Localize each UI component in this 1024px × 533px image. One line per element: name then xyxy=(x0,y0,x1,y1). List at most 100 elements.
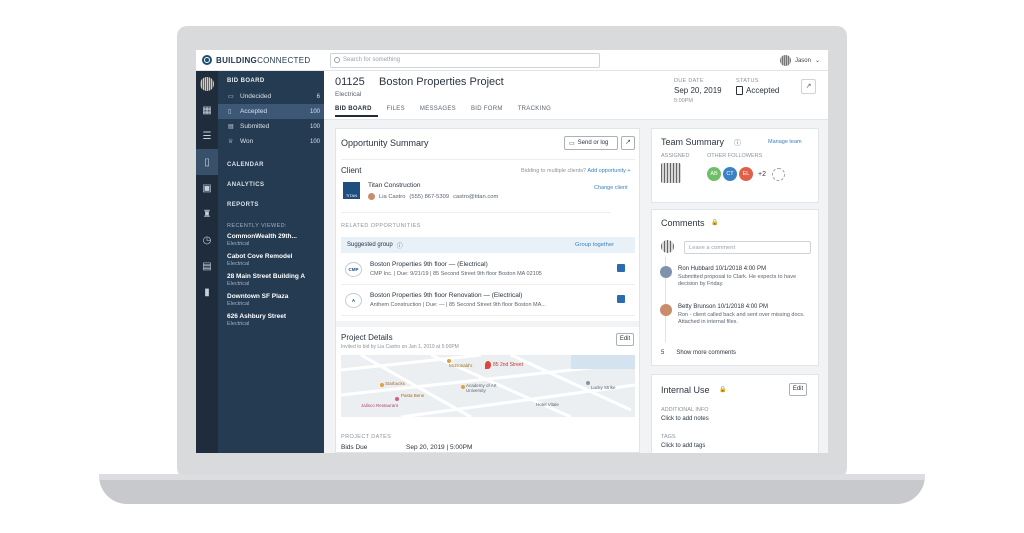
due-date-value: Sep 20, 2019 xyxy=(674,86,722,95)
company-logo: CMP xyxy=(345,262,362,277)
due-time-value: 5:00PM xyxy=(674,98,693,104)
search-icon xyxy=(334,57,340,63)
sidebar-item-count: 100 xyxy=(309,138,320,145)
due-date-label: DUE DATE xyxy=(674,78,704,84)
top-bar: BUILDINGCONNECTED Search for something J… xyxy=(196,50,828,71)
document-icon[interactable]: ▤ xyxy=(196,253,218,279)
change-client-link[interactable]: Change client xyxy=(594,185,628,191)
trophy-icon: ♕ xyxy=(228,139,234,145)
project-number: 01125 xyxy=(335,76,365,88)
recent-item[interactable]: Cabot Cove Remodel Electrical xyxy=(218,253,324,267)
tab-bid-form[interactable]: BID FORM xyxy=(471,106,509,117)
map[interactable]: 85 2nd Street McDonald's Starbucks Acade… xyxy=(341,355,635,417)
add-follower-icon[interactable] xyxy=(771,167,785,181)
avatar xyxy=(779,55,791,66)
follower-avatar[interactable]: AB xyxy=(707,167,721,181)
recent-item-trade: Electrical xyxy=(227,281,250,287)
main-content: 01125 Boston Properties Project Electric… xyxy=(324,71,828,453)
contact-name: Lia Castro xyxy=(379,193,406,200)
tags-heading: TAGS xyxy=(661,434,676,440)
client-name: Titan Construction xyxy=(368,182,421,189)
recent-item[interactable]: Downtown SF Plaza Electrical xyxy=(218,293,324,307)
sidebar-link-analytics[interactable]: ANALYTICS xyxy=(218,175,324,195)
comments-title: Comments xyxy=(661,218,705,228)
tab-files[interactable]: FILES xyxy=(387,106,411,117)
client-logo-text: TITAN xyxy=(345,193,358,198)
send-or-log-button[interactable]: ▭ Send or log xyxy=(564,136,618,150)
search-placeholder: Search for something xyxy=(343,57,401,63)
recent-item-trade: Electrical xyxy=(227,321,250,327)
show-more-comments[interactable]: 5 Show more comments xyxy=(661,350,736,356)
related-detail: CMP Inc. | Due: 9/21/19 | 85 Second Stre… xyxy=(370,271,542,277)
edit-button[interactable]: Edit xyxy=(789,383,807,396)
follower-avatar[interactable]: EL xyxy=(739,167,753,181)
contact-email: castro@titan.com xyxy=(453,193,499,200)
external-link-button[interactable]: ↗ xyxy=(801,79,816,94)
client-logo: TITAN xyxy=(343,182,360,199)
sidebar-item-won[interactable]: ♕ Won 100 xyxy=(218,134,324,149)
tab-bid-board[interactable]: BID BOARD xyxy=(335,106,378,117)
lock-icon: 🔒 xyxy=(711,220,719,226)
group-together-link[interactable]: Group together xyxy=(575,242,614,248)
add-opportunity-link[interactable]: Add opportunity + xyxy=(587,168,630,174)
avatar xyxy=(660,266,672,278)
sidebar-link-calendar[interactable]: CALENDAR xyxy=(218,155,324,175)
comment-input[interactable]: Leave a comment xyxy=(684,241,811,254)
bids-due-label: Bids Due xyxy=(341,444,368,451)
project-details-title: Project Details xyxy=(341,333,393,342)
suggested-group-label: Suggested group xyxy=(347,242,393,248)
sidebar-item-submitted[interactable]: ▤ Submitted 100 xyxy=(218,119,324,134)
followers-label: OTHER FOLLOWERS xyxy=(707,153,763,159)
recent-item[interactable]: CommonWealth 29th... Electrical xyxy=(218,233,324,247)
logo-text-light: CONNECTED xyxy=(257,55,311,65)
status-value: Accepted xyxy=(746,86,780,95)
sidebar-item-accepted[interactable]: ▯ Accepted 100 xyxy=(218,104,324,119)
printer-icon: ▭ xyxy=(569,140,575,147)
more-count: 5 xyxy=(661,350,665,356)
sidebar: BID BOARD ▭ Undecided 6 ▯ Accepted 100 ▤… xyxy=(218,71,324,453)
follower-avatar[interactable]: CT xyxy=(723,167,737,181)
list-item[interactable]: A Boston Properties 9th floor Renovation… xyxy=(341,286,635,316)
edit-button[interactable]: Edit xyxy=(616,333,634,346)
recent-item[interactable]: 28 Main Street Building A Electrical xyxy=(218,273,324,287)
avatar xyxy=(368,193,375,200)
contact-phone: (555) 867-5309 xyxy=(409,193,450,200)
search-input[interactable]: Search for something xyxy=(330,53,600,68)
status-dropdown[interactable]: Accepted xyxy=(736,86,779,95)
clipboard-icon[interactable]: ▯ xyxy=(196,149,218,175)
tab-messages[interactable]: MESSAGES xyxy=(420,106,462,117)
manage-team-link[interactable]: Manage team xyxy=(768,139,802,145)
avatar[interactable] xyxy=(661,163,681,183)
add-tags-link[interactable]: Click to add tags xyxy=(661,443,705,449)
clock-icon[interactable]: ◷ xyxy=(196,227,218,253)
lock-icon: 🔒 xyxy=(719,387,727,393)
recent-item[interactable]: 626 Ashbury Street Electrical xyxy=(218,313,324,327)
external-link-icon: ↗ xyxy=(805,83,812,90)
tab-tracking[interactable]: TRACKING xyxy=(518,106,557,117)
assigned-label: ASSIGNED xyxy=(661,153,690,159)
map-label: Academy of Art University xyxy=(466,383,497,393)
opportunity-summary-card: Opportunity Summary ▭ Send or log ↗ Clien… xyxy=(335,128,640,453)
sidebar-link-reports[interactable]: REPORTS xyxy=(218,195,324,215)
rail-avatar[interactable] xyxy=(196,71,218,97)
checkbox[interactable] xyxy=(617,264,625,272)
user-menu[interactable]: Jason ⌄ xyxy=(779,55,820,66)
building-icon[interactable]: ▦ xyxy=(196,97,218,123)
sidebar-item-undecided[interactable]: ▭ Undecided 6 xyxy=(218,89,324,104)
calendar-icon[interactable]: ▣ xyxy=(196,175,218,201)
map-label: McDonald's xyxy=(449,363,473,368)
add-notes-link[interactable]: Click to add notes xyxy=(661,416,709,422)
app-logo[interactable]: BUILDINGCONNECTED xyxy=(202,55,310,65)
logo-text-bold: BUILDING xyxy=(216,55,258,65)
extra-followers-count[interactable]: +2 xyxy=(758,171,766,178)
list-icon[interactable]: ☰ xyxy=(196,123,218,149)
inbox-icon: ▭ xyxy=(228,94,234,100)
bids-due-value: Sep 20, 2019 | 5:00PM xyxy=(406,444,473,451)
document-icon: ▤ xyxy=(228,124,234,130)
checkbox[interactable] xyxy=(617,295,625,303)
bar-chart-icon[interactable]: ▮ xyxy=(196,279,218,305)
stamp-icon[interactable]: ♜ xyxy=(196,201,218,227)
recently-viewed-heading: RECENTLY VIEWED: xyxy=(227,223,287,229)
external-link-button[interactable]: ↗ xyxy=(621,136,635,150)
list-item[interactable]: CMP Boston Properties 9th floor — (Elect… xyxy=(341,255,635,285)
